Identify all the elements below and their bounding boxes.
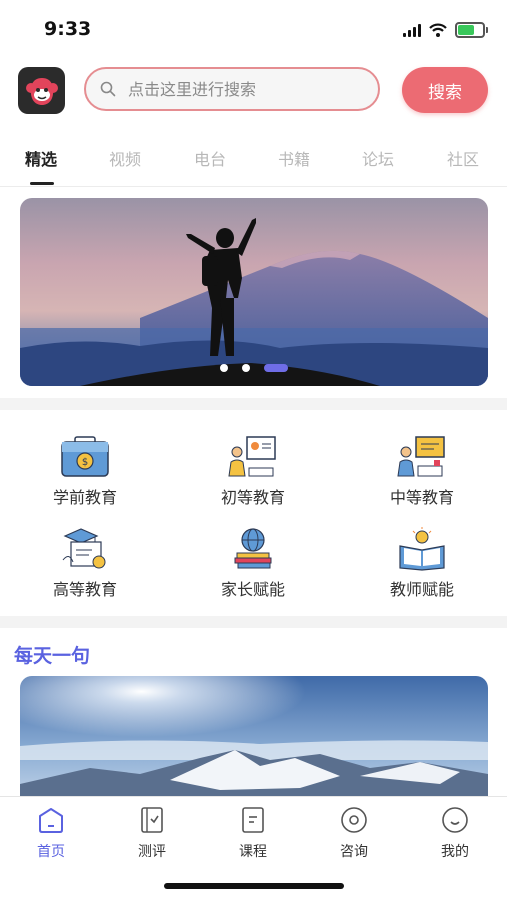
daily-quote-image[interactable] — [20, 676, 488, 806]
search-icon — [100, 81, 116, 97]
tab-radio[interactable]: 电台 — [194, 146, 226, 170]
mountain-photo — [20, 676, 488, 806]
nav-course[interactable]: 课程 — [213, 805, 293, 861]
home-indicator — [164, 883, 344, 889]
category-label: 中等教育 — [389, 488, 454, 507]
battery-icon — [455, 22, 488, 38]
consult-icon — [341, 807, 367, 833]
nav-label: 课程 — [239, 844, 267, 860]
open-book-bulb-icon — [399, 527, 445, 571]
profile-icon — [442, 807, 468, 833]
course-icon — [242, 807, 264, 833]
search-input[interactable] — [126, 78, 360, 100]
tab-community[interactable]: 社区 — [447, 146, 479, 170]
monkey-logo-icon — [25, 77, 58, 105]
section-divider — [0, 398, 507, 410]
teacher-sign-icon — [397, 436, 445, 477]
cellular-signal-icon — [403, 23, 421, 37]
nav-label: 测评 — [138, 844, 166, 860]
nav-consult[interactable]: 咨询 — [314, 805, 394, 861]
teacher-board-icon — [228, 436, 276, 477]
category-preschool[interactable]: $ 学前教育 — [20, 434, 150, 508]
nav-label: 我的 — [441, 844, 469, 860]
nav-label: 咨询 — [340, 844, 368, 860]
status-icons — [403, 22, 488, 38]
tab-active-indicator — [30, 182, 54, 185]
category-label: 教师赋能 — [389, 580, 454, 599]
category-label: 初等教育 — [220, 488, 285, 507]
graduation-diploma-icon — [62, 528, 106, 569]
carousel-dot[interactable] — [242, 364, 250, 372]
banner-carousel[interactable] — [20, 198, 488, 386]
svg-text:$: $ — [82, 457, 88, 468]
tab-books[interactable]: 书籍 — [278, 146, 310, 170]
nav-assessment[interactable]: 测评 — [112, 805, 192, 861]
nav-label: 首页 — [37, 844, 65, 860]
category-higher[interactable]: 高等教育 — [20, 526, 150, 600]
carousel-dot-active[interactable] — [264, 364, 288, 372]
category-teachers[interactable]: 教师赋能 — [357, 526, 487, 600]
status-time: 9:33 — [44, 18, 92, 40]
tab-featured[interactable]: 精选 — [25, 146, 57, 170]
briefcase-coin-icon: $ — [61, 436, 109, 477]
nav-profile[interactable]: 我的 — [415, 805, 495, 861]
search-box[interactable] — [84, 67, 380, 111]
search-button[interactable]: 搜索 — [402, 67, 488, 113]
category-label: 家长赋能 — [220, 580, 285, 599]
category-label: 高等教育 — [52, 580, 117, 599]
category-primary[interactable]: 初等教育 — [188, 434, 318, 508]
app-logo[interactable] — [18, 67, 65, 114]
home-icon — [39, 808, 63, 833]
wifi-icon — [429, 23, 447, 37]
category-tabs: 精选 视频 电台 书籍 论坛 社区 — [0, 140, 507, 187]
nav-home[interactable]: 首页 — [11, 805, 91, 861]
assessment-icon — [141, 807, 163, 833]
section-divider — [0, 616, 507, 628]
category-parents[interactable]: 家长赋能 — [188, 526, 318, 600]
category-secondary[interactable]: 中等教育 — [357, 434, 487, 508]
banner-image — [20, 198, 488, 386]
category-label: 学前教育 — [52, 488, 117, 507]
daily-quote-title: 每天一句 — [14, 645, 91, 667]
tab-video[interactable]: 视频 — [109, 146, 141, 170]
carousel-dot[interactable] — [220, 364, 228, 372]
tab-forum[interactable]: 论坛 — [362, 146, 394, 170]
globe-books-icon — [234, 528, 272, 569]
